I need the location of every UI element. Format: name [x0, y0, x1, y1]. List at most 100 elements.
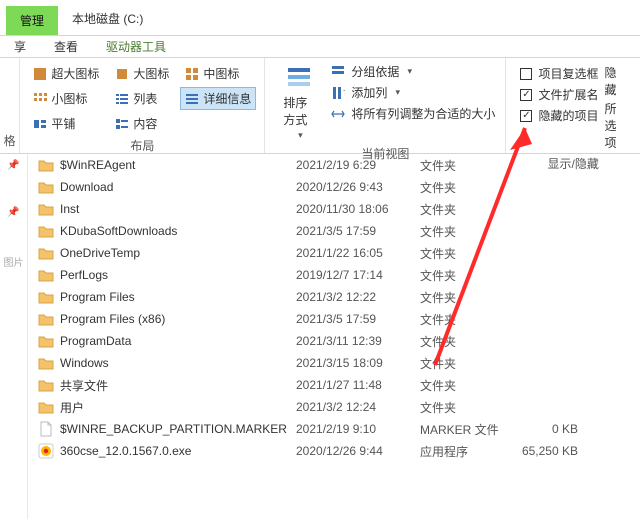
icons-grid-icon — [115, 67, 129, 81]
file-list[interactable]: $WinREAgent2021/2/19 6:29文件夹 Download 2020… — [28, 154, 640, 519]
file-date: 2020/12/26 9:43 — [296, 180, 420, 194]
file-extensions-toggle[interactable]: ✓文件扩展名 — [518, 85, 600, 104]
tab-view[interactable]: 查看 — [40, 36, 92, 57]
sort-button[interactable]: 排序方式 ▾ — [273, 62, 325, 143]
file-date: 2021/2/19 9:10 — [296, 422, 420, 436]
table-row[interactable]: Inst2020/11/30 18:06文件夹 — [28, 198, 640, 220]
file-type: 文件夹 — [420, 311, 510, 328]
file-size: 65,250 KB — [510, 444, 590, 458]
nav-gutter: 📌 📌 图片 — [0, 154, 28, 519]
layout-small-icons[interactable]: 小图标 — [28, 87, 104, 110]
add-columns-button[interactable]: +添加列▾ — [329, 83, 497, 102]
file-name: Download — [60, 180, 113, 194]
file-type: MARKER 文件 — [420, 421, 510, 438]
pin-icon: 📌 — [7, 160, 19, 171]
layout-content[interactable]: 内容 — [110, 112, 174, 135]
file-type: 文件夹 — [420, 223, 510, 240]
file-name: $WINRE_BACKUP_PARTITION.MARKER — [60, 422, 287, 436]
folder-icon — [38, 245, 54, 261]
fit-columns-button[interactable]: 将所有列调整为合适的大小 — [329, 104, 497, 123]
file-name: 用户 — [60, 399, 84, 416]
file-date: 2021/3/2 12:24 — [296, 400, 420, 414]
table-row[interactable]: OneDriveTemp2021/1/22 16:05文件夹 — [28, 242, 640, 264]
pin-icon: 📌 — [7, 207, 19, 218]
tab-drive-tools[interactable]: 驱动器工具 — [92, 36, 180, 57]
tiles-icon — [33, 117, 47, 131]
folder-icon — [38, 157, 54, 173]
file-type: 文件夹 — [420, 179, 510, 196]
file-size: 0 KB — [510, 422, 590, 436]
file-type: 应用程序 — [420, 443, 510, 460]
add-column-icon: + — [331, 86, 345, 100]
file-date: 2019/12/7 17:14 — [296, 268, 420, 282]
table-row[interactable]: Program Files (x86)2021/3/5 17:59文件夹 — [28, 308, 640, 330]
group-label-cell: 格 — [2, 130, 17, 153]
window-title: 本地磁盘 (C:) — [58, 10, 143, 35]
chevron-down-icon: ▾ — [296, 130, 303, 141]
ribbon: 格 超大图标 大图标 中图标 小图标 列表 详细信息 平铺 内容 布局 — [0, 58, 640, 154]
file-date: 2021/3/11 12:39 — [296, 334, 420, 348]
file-type: 文件夹 — [420, 201, 510, 218]
fit-columns-icon — [331, 107, 345, 121]
file-name: 共享文件 — [60, 377, 108, 394]
file-name: $WinREAgent — [60, 158, 135, 172]
layout-medium-icons[interactable]: 中图标 — [180, 62, 256, 85]
table-row[interactable]: 360cse_12.0.1567.0.exe2020/12/26 9:44应用程… — [28, 440, 640, 462]
folder-icon — [38, 267, 54, 283]
table-row[interactable]: Windows 2021/3/15 18:09文件夹 — [28, 352, 640, 374]
group-by-button[interactable]: 分组依据▾ — [329, 62, 497, 81]
file-name: Windows — [60, 356, 109, 370]
file-icon — [38, 421, 54, 437]
file-type: 文件夹 — [420, 377, 510, 394]
file-date: 2021/3/2 12:22 — [296, 290, 420, 304]
item-checkboxes-toggle[interactable]: 项目复选框 — [518, 64, 600, 83]
layout-details[interactable]: 详细信息 — [180, 87, 256, 110]
file-name: Program Files (x86) — [60, 312, 165, 326]
icons-grid-icon — [185, 67, 199, 81]
folder-icon — [38, 377, 54, 393]
layout-large-icons[interactable]: 大图标 — [110, 62, 174, 85]
svg-text:+: + — [343, 86, 345, 95]
content-icon — [115, 117, 129, 131]
file-name: Program Files — [60, 290, 135, 304]
file-type: 文件夹 — [420, 289, 510, 306]
folder-icon — [38, 289, 54, 305]
tab-manage[interactable]: 管理 — [6, 6, 58, 35]
folder-icon — [38, 179, 54, 195]
layout-extra-large-icons[interactable]: 超大图标 — [28, 62, 104, 85]
hide-selected-button[interactable]: 隐藏 所选项 — [600, 62, 632, 153]
table-row[interactable]: Program Files 2021/3/2 12:22文件夹 — [28, 286, 640, 308]
file-type: 文件夹 — [420, 157, 510, 174]
file-type: 文件夹 — [420, 267, 510, 284]
details-icon — [185, 92, 199, 106]
file-name: Inst — [60, 202, 79, 216]
hidden-items-toggle[interactable]: ✓隐藏的项目 — [518, 106, 600, 125]
tab-share[interactable]: 享 — [0, 36, 40, 57]
chevron-down-icon: ▾ — [393, 87, 400, 98]
icons-grid-icon — [33, 67, 47, 81]
file-date: 2021/1/22 16:05 — [296, 246, 420, 260]
checkbox-checked-icon: ✓ — [520, 89, 532, 101]
file-type: 文件夹 — [420, 399, 510, 416]
table-row[interactable]: KDubaSoftDownloads2021/3/5 17:59文件夹 — [28, 220, 640, 242]
table-row[interactable]: $WinREAgent2021/2/19 6:29文件夹 — [28, 154, 640, 176]
sort-icon — [283, 64, 315, 92]
file-type: 文件夹 — [420, 333, 510, 350]
nav-photos-label[interactable]: 图片 — [4, 254, 24, 269]
table-row[interactable]: 用户 2021/3/2 12:24文件夹 — [28, 396, 640, 418]
exe-icon — [38, 443, 54, 459]
folder-icon — [38, 201, 54, 217]
table-row[interactable]: PerfLogs2019/12/7 17:14文件夹 — [28, 264, 640, 286]
table-row[interactable]: $WINRE_BACKUP_PARTITION.MARKER 2021/2/19 … — [28, 418, 640, 440]
folder-icon — [38, 399, 54, 415]
layout-tiles[interactable]: 平铺 — [28, 112, 104, 135]
table-row[interactable]: 共享文件2021/1/27 11:48文件夹 — [28, 374, 640, 396]
title-bar: 管理 本地磁盘 (C:) — [0, 0, 640, 36]
table-row[interactable]: ProgramData2021/3/11 12:39文件夹 — [28, 330, 640, 352]
chevron-down-icon: ▾ — [405, 66, 412, 77]
table-row[interactable]: Download 2020/12/26 9:43文件夹 — [28, 176, 640, 198]
file-date: 2021/3/15 18:09 — [296, 356, 420, 370]
layout-list[interactable]: 列表 — [110, 87, 174, 110]
file-type: 文件夹 — [420, 355, 510, 372]
group-icon — [331, 65, 345, 79]
